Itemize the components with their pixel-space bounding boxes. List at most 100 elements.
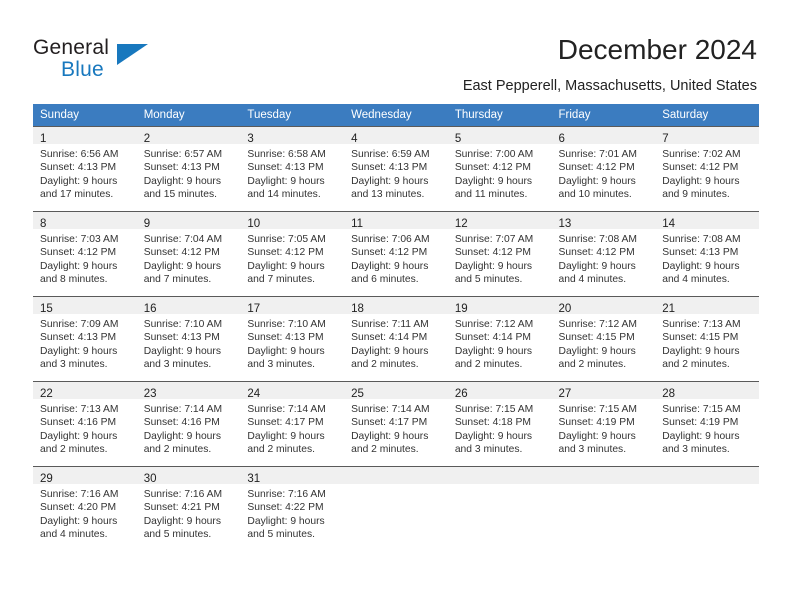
day-number-band (447, 467, 552, 484)
calendar-day-cell[interactable]: 29 Sunrise: 7:16 AM Sunset: 4:20 PM Dayligh… (33, 466, 137, 551)
calendar-day-cell[interactable]: 19 Sunrise: 7:12 AM Sunset: 4:14 PM Dayligh… (447, 296, 552, 382)
day-details: Sunrise: 7:11 AM Sunset: 4:14 PM Daylight:… (344, 314, 448, 372)
daylight-duration-line2: and 3 minutes. (247, 359, 315, 371)
day-number-band: 31 (240, 467, 345, 485)
day-number-band: 2 (136, 127, 241, 145)
calendar-day-cell[interactable]: 5 Sunrise: 7:00 AM Sunset: 4:12 PM Daylight… (447, 126, 552, 212)
sunrise-sunset-calendar: Sunday Monday Tuesday Wednesday Thursday… (33, 104, 759, 551)
calendar-day-cell[interactable]: 31 Sunrise: 7:16 AM Sunset: 4:22 PM Dayligh… (240, 466, 345, 551)
calendar-day-cell[interactable]: 25 Sunrise: 7:14 AM Sunset: 4:17 PM Dayligh… (344, 381, 448, 467)
calendar-day-cell[interactable]: 2 Sunrise: 6:57 AM Sunset: 4:13 PM Daylight… (136, 126, 241, 212)
day-number-band: 12 (447, 212, 552, 230)
daylight-duration-line2: and 10 minutes. (558, 189, 632, 201)
calendar-day-cell[interactable]: 16 Sunrise: 7:10 AM Sunset: 4:13 PM Dayligh… (136, 296, 241, 382)
sunset-time: Sunset: 4:17 PM (247, 417, 324, 429)
day-number-band: 29 (33, 467, 137, 485)
day-details: Sunrise: 7:14 AM Sunset: 4:16 PM Daylight:… (137, 399, 241, 457)
daylight-duration-line1: Daylight: 9 hours (143, 515, 221, 527)
day-number-band: 20 (551, 297, 656, 315)
general-blue-logo[interactable]: General Blue (33, 36, 203, 88)
day-number-band: 17 (240, 297, 345, 315)
daylight-duration-line1: Daylight: 9 hours (454, 260, 533, 272)
day-details: Sunrise: 7:10 AM Sunset: 4:13 PM Daylight:… (137, 314, 241, 372)
sunset-time: Sunset: 4:19 PM (558, 417, 635, 429)
calendar-day-cell[interactable]: 10 Sunrise: 7:05 AM Sunset: 4:12 PM Dayligh… (240, 211, 345, 297)
calendar-day-cell[interactable]: 23 Sunrise: 7:14 AM Sunset: 4:16 PM Dayligh… (136, 381, 241, 467)
day-details: Sunrise: 7:12 AM Sunset: 4:14 PM Daylight:… (448, 314, 552, 372)
daylight-duration-line2: and 7 minutes. (247, 274, 315, 286)
sunrise-time: Sunrise: 7:00 AM (454, 149, 534, 160)
day-number: 26 (454, 388, 468, 400)
calendar-day-cell[interactable]: 17 Sunrise: 7:10 AM Sunset: 4:13 PM Dayligh… (240, 296, 345, 382)
calendar-day-cell[interactable]: 21 Sunrise: 7:13 AM Sunset: 4:15 PM Dayligh… (655, 296, 759, 382)
day-number: 17 (247, 303, 261, 315)
daylight-duration-line2: and 13 minutes. (351, 189, 425, 201)
calendar-day-cell[interactable]: 11 Sunrise: 7:06 AM Sunset: 4:12 PM Dayligh… (344, 211, 448, 297)
calendar-day-cell[interactable]: 1 Sunrise: 6:56 AM Sunset: 4:13 PM Daylight… (33, 126, 137, 212)
sunrise-time: Sunrise: 7:13 AM (40, 404, 119, 415)
weekday-header-friday: Friday (551, 104, 656, 127)
sunset-time: Sunset: 4:12 PM (143, 247, 220, 259)
sunset-time: Sunset: 4:22 PM (247, 502, 324, 514)
sunset-time: Sunset: 4:16 PM (143, 417, 220, 429)
calendar-day-cell[interactable]: 30 Sunrise: 7:16 AM Sunset: 4:21 PM Dayligh… (136, 466, 241, 551)
calendar-day-cell[interactable]: 24 Sunrise: 7:14 AM Sunset: 4:17 PM Dayligh… (240, 381, 345, 467)
sunset-time: Sunset: 4:12 PM (558, 247, 635, 259)
day-details: Sunrise: 7:07 AM Sunset: 4:12 PM Daylight:… (448, 229, 552, 287)
calendar-day-cell[interactable]: 18 Sunrise: 7:11 AM Sunset: 4:14 PM Dayligh… (344, 296, 448, 382)
calendar-day-cell[interactable]: 22 Sunrise: 7:13 AM Sunset: 4:16 PM Dayligh… (33, 381, 137, 467)
sunrise-time: Sunrise: 7:16 AM (247, 489, 326, 500)
calendar-day-cell[interactable]: 9 Sunrise: 7:04 AM Sunset: 4:12 PM Daylight… (136, 211, 241, 297)
sunrise-time: Sunrise: 7:14 AM (351, 404, 430, 415)
calendar-day-cell[interactable]: 26 Sunrise: 7:15 AM Sunset: 4:18 PM Dayligh… (447, 381, 552, 467)
sunrise-time: Sunrise: 7:16 AM (143, 489, 223, 500)
daylight-duration-line2: and 2 minutes. (40, 444, 108, 456)
sunrise-time: Sunrise: 7:15 AM (662, 404, 741, 415)
sunrise-time: Sunrise: 7:15 AM (454, 404, 534, 415)
day-details (344, 484, 448, 488)
sunrise-time: Sunrise: 6:59 AM (351, 149, 430, 160)
day-number: 27 (558, 388, 572, 400)
calendar-day-cell[interactable]: 6 Sunrise: 7:01 AM Sunset: 4:12 PM Daylight… (551, 126, 656, 212)
sunset-time: Sunset: 4:12 PM (662, 162, 739, 174)
calendar-day-cell[interactable]: 27 Sunrise: 7:15 AM Sunset: 4:19 PM Dayligh… (551, 381, 656, 467)
daylight-duration-line1: Daylight: 9 hours (662, 260, 740, 272)
day-number-band: 26 (447, 382, 552, 400)
daylight-duration-line2: and 3 minutes. (143, 359, 212, 371)
day-details: Sunrise: 7:10 AM Sunset: 4:13 PM Daylight:… (240, 314, 344, 372)
day-number-band: 9 (136, 212, 241, 230)
calendar-day-cell[interactable]: 14 Sunrise: 7:08 AM Sunset: 4:13 PM Dayligh… (655, 211, 759, 297)
sunrise-time: Sunrise: 7:11 AM (351, 319, 429, 330)
calendar-day-cell[interactable]: 28 Sunrise: 7:15 AM Sunset: 4:19 PM Dayligh… (655, 381, 759, 467)
calendar-day-cell[interactable]: 7 Sunrise: 7:02 AM Sunset: 4:12 PM Daylight… (655, 126, 759, 212)
day-number-band: 30 (136, 467, 241, 485)
sunrise-time: Sunrise: 7:04 AM (143, 234, 223, 245)
calendar-day-cell[interactable]: 3 Sunrise: 6:58 AM Sunset: 4:13 PM Daylight… (240, 126, 345, 212)
daylight-duration-line1: Daylight: 9 hours (143, 260, 221, 272)
sunrise-time: Sunrise: 6:56 AM (40, 149, 119, 160)
daylight-duration-line2: and 3 minutes. (662, 444, 730, 456)
day-number-band (344, 467, 448, 484)
day-number: 18 (351, 303, 364, 315)
daylight-duration-line2: and 4 minutes. (40, 529, 108, 541)
sunset-time: Sunset: 4:21 PM (143, 502, 220, 514)
weekday-header-tuesday: Tuesday (240, 104, 345, 127)
day-number: 15 (40, 303, 53, 315)
daylight-duration-line1: Daylight: 9 hours (351, 345, 429, 357)
calendar-day-cell[interactable]: 8 Sunrise: 7:03 AM Sunset: 4:12 PM Daylight… (33, 211, 137, 297)
daylight-duration-line2: and 2 minutes. (558, 359, 627, 371)
day-number: 24 (247, 388, 261, 400)
calendar-day-cell[interactable]: 4 Sunrise: 6:59 AM Sunset: 4:13 PM Daylight… (344, 126, 448, 212)
calendar-day-cell-empty (551, 466, 656, 551)
calendar-day-cell[interactable]: 15 Sunrise: 7:09 AM Sunset: 4:13 PM Dayligh… (33, 296, 137, 382)
calendar-day-cell[interactable]: 20 Sunrise: 7:12 AM Sunset: 4:15 PM Dayligh… (551, 296, 656, 382)
calendar-day-cell[interactable]: 13 Sunrise: 7:08 AM Sunset: 4:12 PM Dayligh… (551, 211, 656, 297)
daylight-duration-line1: Daylight: 9 hours (351, 175, 429, 187)
day-details: Sunrise: 7:16 AM Sunset: 4:22 PM Daylight:… (240, 484, 344, 542)
sunrise-time: Sunrise: 7:07 AM (454, 234, 534, 245)
calendar-page: General Blue December 2024 East Pepperel… (0, 0, 792, 612)
daylight-duration-line2: and 3 minutes. (40, 359, 108, 371)
sunrise-time: Sunrise: 7:06 AM (351, 234, 430, 245)
calendar-day-cell[interactable]: 12 Sunrise: 7:07 AM Sunset: 4:12 PM Dayligh… (447, 211, 552, 297)
calendar-header-row: Sunday Monday Tuesday Wednesday Thursday… (33, 104, 759, 127)
